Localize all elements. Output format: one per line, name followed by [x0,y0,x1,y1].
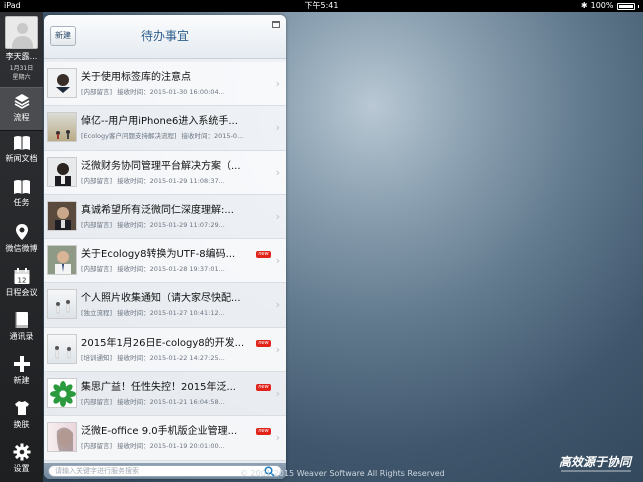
todo-meta: [内部留言] 接收时间：2015-01-30 16:00:04... [81,88,225,96]
chevron-right-icon: › [275,431,280,445]
thumbnail [47,422,77,453]
todo-meta: [内部留言] 接收时间：2015-01-29 11:08:37... [81,176,225,185]
layers-icon [14,94,29,109]
todo-title: 关于使用标签库的注意点 [81,72,191,83]
todo-title: 集思广益！任性失控！2015年泛... [81,382,236,394]
panel-header: 新建 待办事宜 [44,15,286,59]
todo-meta: [Ecology客户问题支持解决流程] 接收时间：2015-0... [81,132,244,141]
nav-item-workflow[interactable]: 流程 [0,87,43,131]
todo-meta: [内部留言] 接收时间：2015-01-29 11:07:29... [81,220,225,229]
shirt-icon [14,401,29,415]
brand-underline [561,470,631,472]
user-date: 1月31日 [9,65,34,72]
calendar-icon: 12 [14,268,29,285]
plus-icon [13,356,30,372]
nav-label: 设置 [13,464,30,473]
todo-panel: 新建 待办事宜 关于使用标签库的注意点 [内部留言] 接收时间：2015-01-3… [44,15,286,479]
list-item[interactable]: 倬亿--用户用iPhone6进入系统手... [Ecology客户问题支持解决流… [44,106,286,151]
thumbnail [47,289,77,320]
todo-title: 泛微财务协同管理平台解决方案（... [81,160,241,172]
user-weekday: 星期六 [12,74,31,81]
avatar[interactable] [5,16,38,49]
calendar-day: 12 [17,277,26,285]
gear-icon [13,443,30,461]
todo-meta: [培训通知] 接收时间：2015-01-22 14:27:25... [81,353,225,362]
thumbnail [47,156,77,187]
nav-item-schedule[interactable]: 12 日程会议 [0,263,43,307]
book-icon [13,180,30,194]
nav-item-settings[interactable]: 设置 [0,439,43,482]
thumbnail [47,68,77,98]
list-item[interactable]: 真诚希望所有泛微同仁深度理解:... [内部留言] 接收时间：2015-01-29… [44,195,286,240]
todo-title: 个人照片收集通知（请大家尽快配... [81,293,241,305]
status-bar: iPad 下午5:41 ✱ 100% [0,0,643,12]
nav-item-contacts[interactable]: 通讯录 [0,307,43,351]
nav-label: 新闻文档 [5,154,38,163]
todo-meta: [内部留言] 接收时间：2015-01-19 20:01:00... [81,442,225,451]
list-item[interactable]: 泛微E-office 9.0手机版企业管理... [内部留言] 接收时间：2015… [44,416,286,461]
thumbnail [47,333,77,364]
bluetooth-icon: ✱ [580,1,588,10]
copyright-text: © 2001-2015 Weaver Software All Rights R… [240,469,445,478]
todo-title: 泛微E-office 9.0手机版企业管理... [81,426,238,438]
battery-percent: 100% [590,1,614,10]
todo-title: 真诚希望所有泛微同仁深度理解:... [81,204,234,216]
search-input[interactable] [55,466,255,476]
todo-title: 倬亿--用户用iPhone6进入系统手... [81,116,238,128]
sidebar: 李天露... 1月31日 星期六 流程 新闻文档 任务 微信微博 12 日程会议… [0,12,43,482]
new-badge: new [256,251,271,259]
nav-item-news[interactable]: 新闻文档 [0,131,43,175]
nav-label: 换肤 [13,420,30,429]
chevron-right-icon: › [275,77,280,90]
thumbnail [47,378,77,409]
battery-icon [616,2,635,10]
nav-label: 微信微博 [5,244,38,253]
chevron-right-icon: › [275,165,280,179]
book-icon [13,136,30,150]
thumbnail [47,112,77,143]
chevron-right-icon: › [275,387,280,401]
nav-item-wechat-weibo[interactable]: 微信微博 [0,219,43,263]
list-item[interactable]: 关于Ecology8转换为UTF-8编码... [内部留言] 接收时间：2015-… [44,239,286,284]
todo-meta: [内部留言] 接收时间：2015-01-21 16:04:58... [81,398,225,407]
nav-label: 通讯录 [9,332,34,341]
todo-meta: [独立流程] 接收时间：2015-01-27 10:41:12... [81,309,225,318]
brand-slogan: 高效源于协同 [558,455,631,469]
page-title: 待办事宜 [140,29,189,43]
contacts-icon [14,312,28,328]
todo-title: 关于Ecology8转换为UTF-8编码... [81,249,236,261]
status-time: 下午5:41 [304,1,339,10]
new-badge: new [256,384,271,392]
chevron-right-icon: › [275,298,280,312]
list-item[interactable]: 2015年1月26日E-cology8的开发... [培训通知] 接收时间：201… [44,327,286,373]
chevron-right-icon: › [275,209,280,223]
battery-indicator: ✱ 100% [581,0,639,12]
nav-item-skin[interactable]: 换肤 [0,395,43,439]
nav-item-new[interactable]: 新建 [0,351,43,395]
nav-item-tasks[interactable]: 任务 [0,175,43,219]
new-badge: new [256,428,271,436]
list-item[interactable]: 个人照片收集通知（请大家尽快配... [独立流程] 接收时间：2015-01-27… [44,283,286,328]
list-item[interactable]: 集思广益！任性失控！2015年泛... [内部留言] 接收时间：2015-01-2… [44,372,286,417]
todo-title: 2015年1月26日E-cology8的开发... [81,337,245,349]
chevron-right-icon: › [275,254,280,268]
nav-label: 任务 [13,198,30,207]
chevron-right-icon: › [275,121,280,135]
chevron-right-icon: › [275,342,280,356]
list-item[interactable]: 关于使用标签库的注意点 [内部留言] 接收时间：2015-01-30 16:00:… [44,62,286,107]
thumbnail [47,245,77,276]
location-pin-icon [15,224,28,240]
todo-list: 关于使用标签库的注意点 [内部留言] 接收时间：2015-01-30 16:00:… [44,62,286,461]
nav-label: 新建 [13,376,30,385]
nav-label: 日程会议 [5,288,38,297]
user-name: 李天露... [5,52,38,61]
list-item[interactable]: 泛微财务协同管理平台解决方案（... [内部留言] 接收时间：2015-01-29… [44,150,286,195]
new-badge: new [256,339,271,347]
thumbnail [47,200,77,231]
expand-icon[interactable] [272,21,280,28]
nav-label: 流程 [13,113,30,122]
todo-meta: [内部留言] 接收时间：2015-01-28 19:37:01... [81,265,225,274]
